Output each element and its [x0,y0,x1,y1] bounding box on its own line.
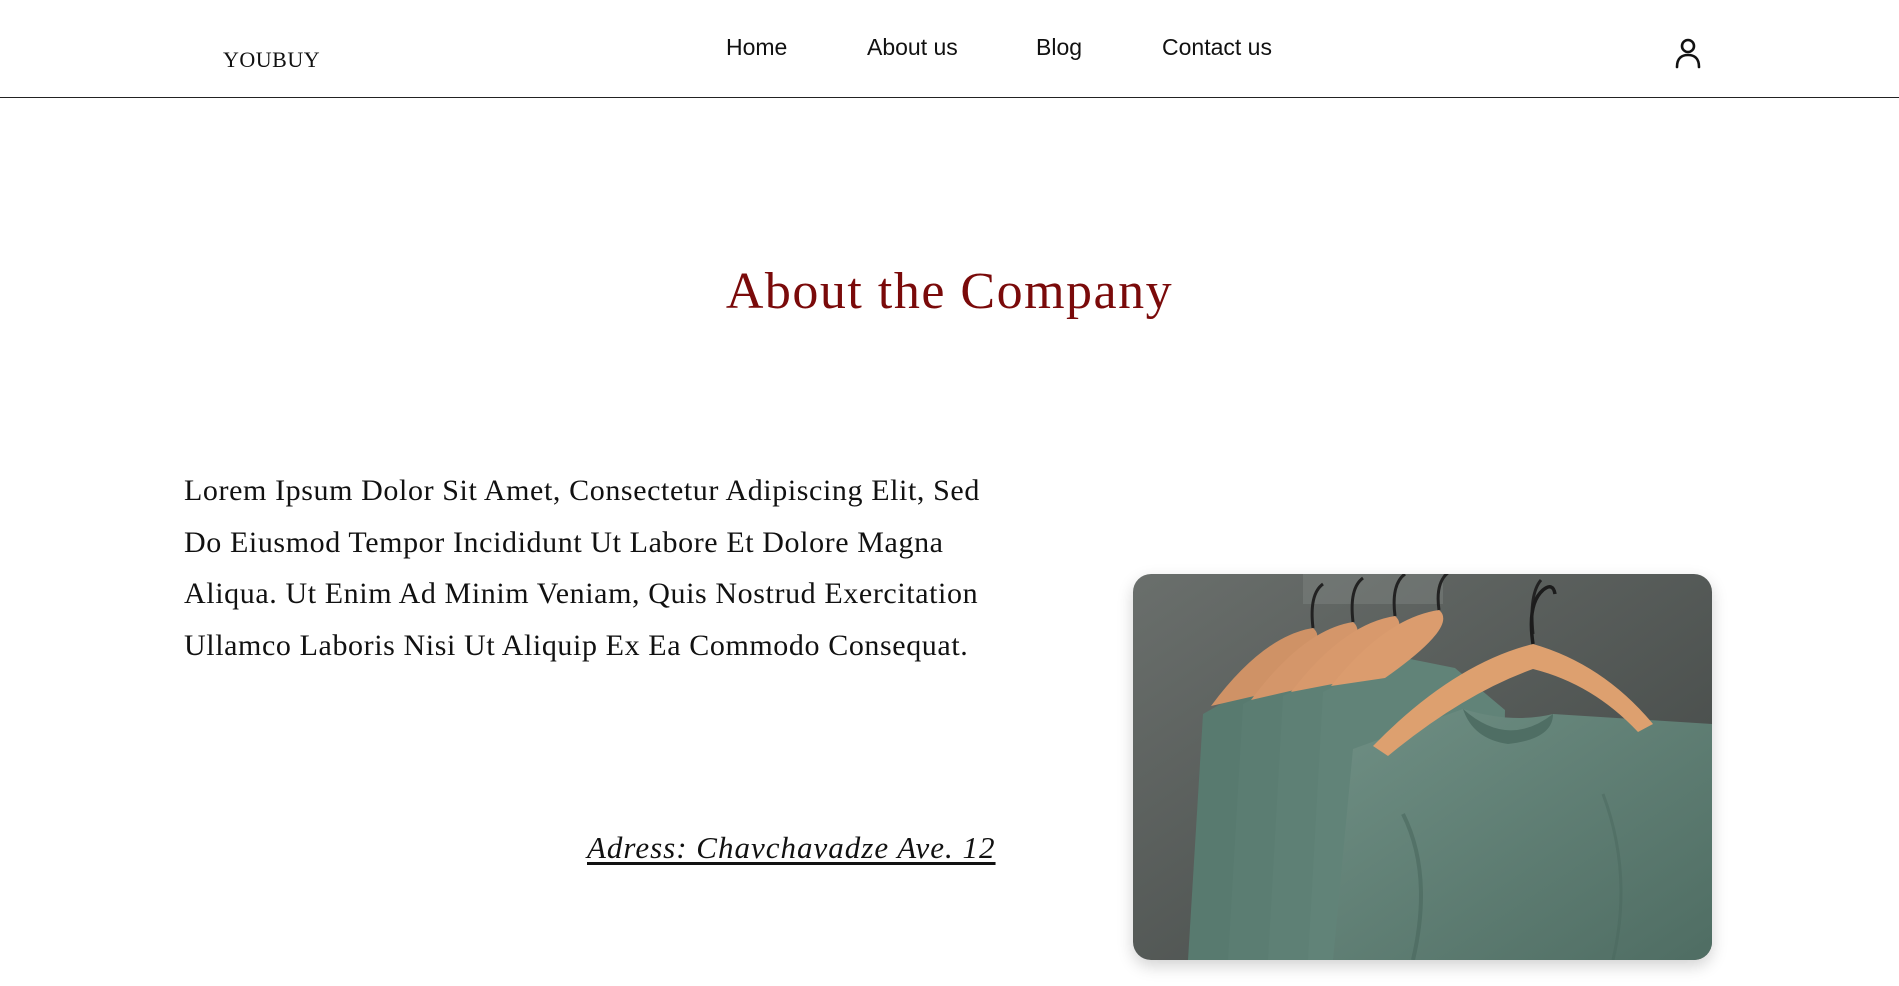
nav-link-home[interactable]: Home [726,34,787,61]
nav-link-about[interactable]: About us [867,34,958,61]
user-account-button[interactable] [1672,36,1704,70]
user-icon [1675,38,1701,69]
site-header: YOUBUY Home About us Blog Contact us [0,0,1899,98]
company-image [1133,574,1712,960]
page-title: About the Company [725,263,1174,320]
nav-link-contact[interactable]: Contact us [1162,34,1272,61]
nav-link-blog[interactable]: Blog [1036,34,1082,61]
site-logo[interactable]: YOUBUY [223,47,320,73]
company-address-link[interactable]: Adress: Chavchavadze Ave. 12 [587,830,996,866]
company-description: Lorem Ipsum Dolor Sit Amet, Consectetur … [184,474,980,662]
